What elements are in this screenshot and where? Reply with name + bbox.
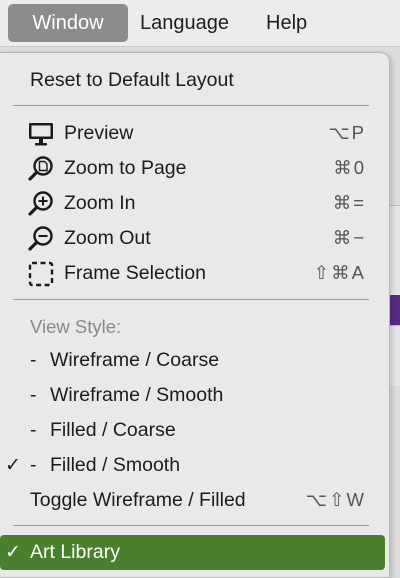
view-style-header: View Style: xyxy=(30,316,122,337)
menu-item-zoom-in[interactable]: Zoom In ⌘= xyxy=(0,186,388,221)
window-menu-dropdown: Reset to Default Layout Preview ⌥P Zoom … xyxy=(0,52,390,578)
checkmark-icon: ✓ xyxy=(5,542,21,563)
menu-item-frame-selection[interactable]: Frame Selection ⇧⌘A xyxy=(0,256,388,291)
menu-item-zoom-out[interactable]: Zoom Out ⌘− xyxy=(0,221,388,256)
shortcut-label: ⌥P xyxy=(328,122,366,143)
item-dash: - xyxy=(30,349,37,371)
zoom-page-icon xyxy=(28,156,53,181)
menu-window[interactable]: Window xyxy=(8,4,128,42)
menu-item-label: Toggle Wireframe / Filled xyxy=(30,489,246,511)
menu-item-wireframe-smooth[interactable]: - Wireframe / Smooth xyxy=(0,378,388,413)
menu-item-label: Zoom In xyxy=(64,192,136,214)
menu-item-zoom-to-page[interactable]: Zoom to Page ⌘0 xyxy=(0,151,388,186)
shortcut-label: ⌘− xyxy=(332,227,366,248)
menu-item-toggle-wireframe[interactable]: Toggle Wireframe / Filled ⌥⇧W xyxy=(0,483,388,518)
menu-item-label: Wireframe / Coarse xyxy=(50,349,220,371)
shortcut-label: ⌘0 xyxy=(333,157,366,178)
menu-item-label: Zoom to Page xyxy=(64,157,187,179)
menu-item-preview[interactable]: Preview ⌥P xyxy=(0,116,388,151)
monitor-icon xyxy=(29,123,53,146)
menu-item-label: Filled / Smooth xyxy=(50,454,181,476)
item-dash: - xyxy=(30,384,37,406)
menu-item-filled-coarse[interactable]: - Filled / Coarse xyxy=(0,413,388,448)
shortcut-label: ⌘= xyxy=(332,192,366,213)
menu-separator xyxy=(13,299,369,300)
dashed-frame-icon xyxy=(28,261,54,287)
menu-item-label: Art Library xyxy=(30,541,120,563)
menu-item-label: Reset to Default Layout xyxy=(30,69,234,91)
menu-item-reset-layout[interactable]: Reset to Default Layout xyxy=(0,63,388,98)
menu-separator xyxy=(13,105,369,106)
menu-item-label: Wireframe / Smooth xyxy=(50,384,224,406)
item-dash: - xyxy=(30,454,37,476)
menu-item-label: Zoom Out xyxy=(64,227,151,249)
item-dash: - xyxy=(30,419,37,441)
menu-item-label: Filled / Coarse xyxy=(50,419,176,441)
zoom-in-icon xyxy=(28,191,53,216)
menu-item-label: Preview xyxy=(64,122,134,144)
shortcut-label: ⇧⌘A xyxy=(313,262,366,283)
menu-item-filled-smooth[interactable]: ✓ - Filled / Smooth xyxy=(0,448,388,483)
menu-item-art-library[interactable]: ✓ Art Library xyxy=(0,535,385,570)
checkmark-icon: ✓ xyxy=(5,455,21,476)
menu-language[interactable]: Language xyxy=(130,4,239,42)
menu-item-wireframe-coarse[interactable]: - Wireframe / Coarse xyxy=(0,343,388,378)
menu-bar: Window Language Help xyxy=(0,0,400,47)
menu-help[interactable]: Help xyxy=(256,4,317,42)
shortcut-label: ⌥⇧W xyxy=(305,489,366,510)
menu-separator xyxy=(13,525,369,526)
zoom-out-icon xyxy=(28,226,53,251)
menu-item-label: Frame Selection xyxy=(64,262,206,284)
